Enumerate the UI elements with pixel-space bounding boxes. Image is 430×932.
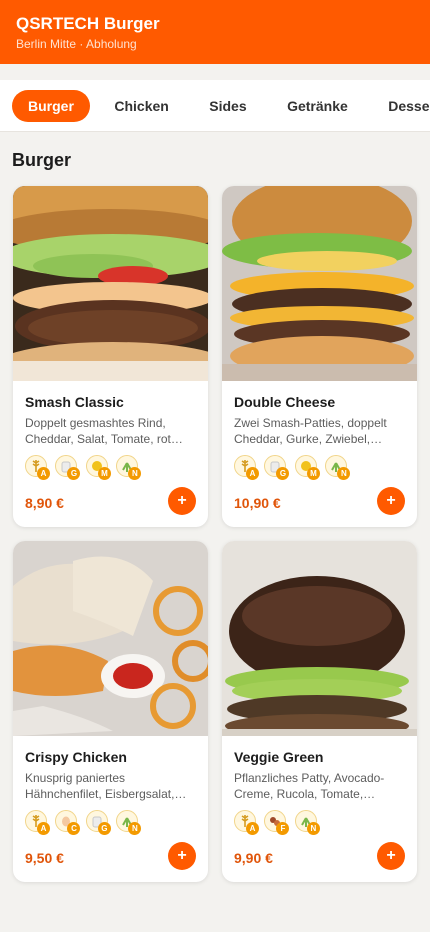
section-title: Burger: [12, 150, 72, 170]
tab-desserts[interactable]: Desserts: [372, 90, 430, 122]
mustard-icon: M: [85, 455, 111, 480]
product-price: 9,50 €: [25, 850, 64, 866]
milk-icon: G: [264, 455, 290, 480]
gluten-wheat-icon: A: [25, 810, 50, 835]
allergen-list: A G M N: [234, 455, 405, 480]
add-to-cart-button[interactable]: +: [377, 842, 405, 870]
gluten-wheat-icon: A: [234, 455, 259, 480]
restaurant-title: QSRTECH Burger: [16, 14, 160, 33]
product-card-crispy-chicken[interactable]: Crispy Chicken Knusprig paniertes Hähnch…: [13, 541, 208, 882]
allergen-list: A C G N: [25, 810, 196, 835]
add-to-cart-button[interactable]: +: [168, 842, 196, 870]
product-description: Knusprig paniertes Hähnchenfilet, Eisber…: [25, 771, 187, 801]
product-name: Double Cheese: [234, 394, 336, 410]
product-photo: [222, 186, 417, 381]
location-subtitle: Berlin Mitte · Abholung: [16, 37, 137, 51]
celery-icon: N: [116, 810, 142, 835]
milk-icon: G: [85, 810, 111, 835]
product-photo: [13, 186, 208, 381]
tab-chicken[interactable]: Chicken: [98, 90, 184, 122]
allergen-list: A F N: [234, 810, 405, 835]
celery-icon: N: [325, 455, 351, 480]
product-description: Pflanzliches Patty, Avocado-Creme, Rucol…: [234, 771, 385, 801]
add-to-cart-button[interactable]: +: [377, 487, 405, 515]
product-description: Zwei Smash-Patties, doppelt Cheddar, Gur…: [234, 416, 387, 446]
product-name: Veggie Green: [234, 749, 324, 765]
celery-icon: N: [294, 810, 320, 835]
product-card-double-cheese[interactable]: Double Cheese Zwei Smash-Patties, doppel…: [222, 186, 417, 527]
product-name: Crispy Chicken: [25, 749, 127, 765]
celery-icon: N: [116, 455, 142, 480]
tab-getraenke[interactable]: Getränke: [271, 90, 364, 122]
product-card-smash-classic[interactable]: Smash Classic Doppelt gesmashtes Rind, C…: [13, 186, 208, 527]
gluten-wheat-icon: A: [234, 810, 259, 835]
allergen-list: A G M N: [25, 455, 196, 480]
add-to-cart-button[interactable]: +: [168, 487, 196, 515]
product-photo: [13, 541, 208, 736]
tab-burger[interactable]: Burger: [12, 90, 90, 122]
egg-icon: C: [55, 810, 81, 835]
app-header: QSRTECH Burger Berlin Mitte · Abholung: [0, 0, 430, 64]
product-price: 8,90 €: [25, 495, 64, 511]
product-photo: [222, 541, 417, 736]
category-tabs: Burger Chicken Sides Getränke Desserts: [0, 80, 430, 132]
product-name: Smash Classic: [25, 394, 124, 410]
soy-icon: F: [264, 810, 290, 835]
product-price: 10,90 €: [234, 495, 281, 511]
product-description: Doppelt gesmashtes Rind, Cheddar, Salat,…: [25, 416, 183, 446]
gluten-wheat-icon: A: [25, 455, 50, 480]
mustard-icon: M: [294, 455, 320, 480]
milk-icon: G: [55, 455, 81, 480]
product-price: 9,90 €: [234, 850, 273, 866]
product-card-veggie-green[interactable]: Veggie Green Pflanzliches Patty, Avocado…: [222, 541, 417, 882]
tab-sides[interactable]: Sides: [193, 90, 262, 122]
